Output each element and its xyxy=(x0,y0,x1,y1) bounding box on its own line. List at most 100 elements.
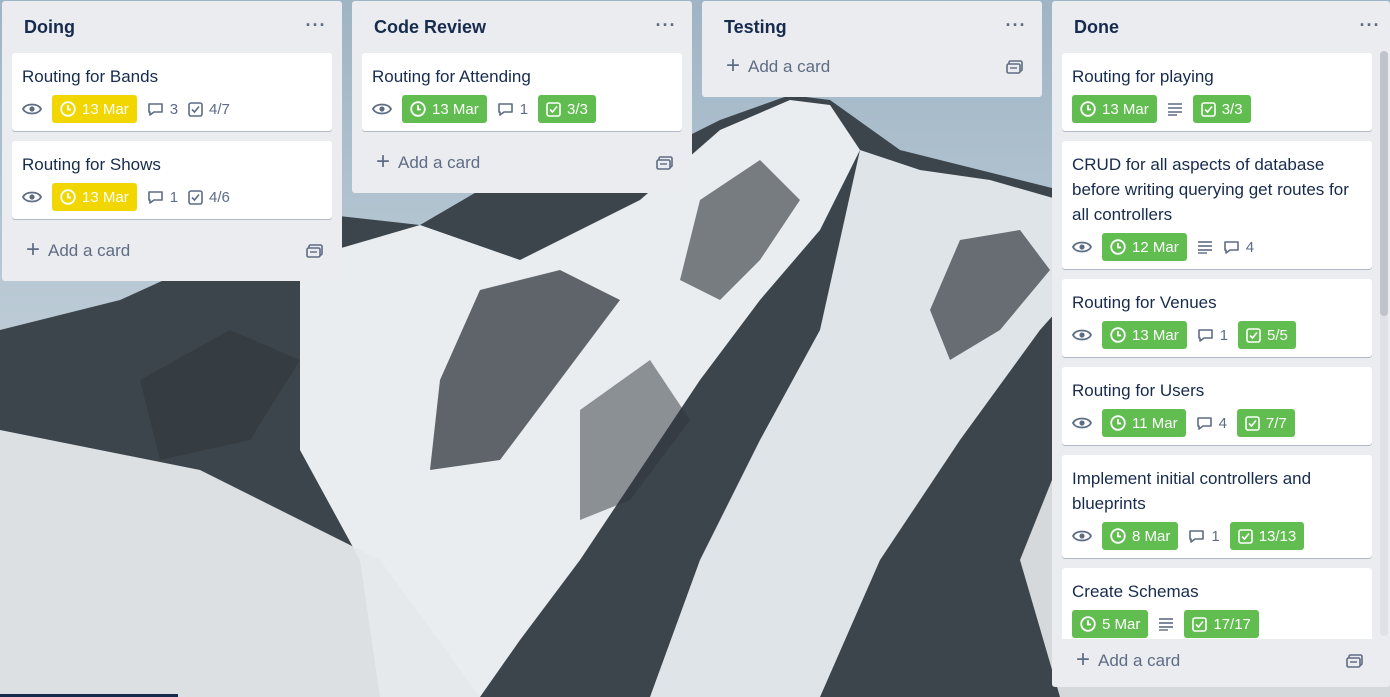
due-date-badge[interactable]: 13 Mar xyxy=(1102,321,1187,349)
list-done: Done ··· Routing for playing 13 Mar 3/3 xyxy=(1052,1,1390,687)
add-card-label: Add a card xyxy=(748,57,831,76)
card[interactable]: Routing for Shows 13 Mar 1 4/6 xyxy=(12,141,332,219)
list-menu-button[interactable]: ··· xyxy=(650,9,682,41)
card[interactable]: Create Schemas 5 Mar 17/17 xyxy=(1062,568,1372,646)
eye-icon xyxy=(1072,328,1092,342)
plus-icon: + xyxy=(26,235,41,263)
plus-icon: + xyxy=(376,147,391,175)
eye-icon xyxy=(1072,416,1092,430)
eye-icon xyxy=(22,190,42,204)
list-title[interactable]: Code Review xyxy=(374,17,486,38)
checklist-badge: 4/6 xyxy=(188,189,230,206)
list-menu-button[interactable]: ··· xyxy=(1000,9,1032,41)
clock-icon xyxy=(410,101,426,117)
checklist-icon xyxy=(1192,616,1208,632)
card[interactable]: Routing for playing 13 Mar 3/3 xyxy=(1062,53,1372,131)
card[interactable]: Routing for Attending 13 Mar 1 3/3 xyxy=(362,53,682,131)
card-title: Implement initial controllers and bluepr… xyxy=(1072,469,1312,513)
list-doing: Doing ··· Routing for Bands 13 Mar 3 4/7… xyxy=(2,1,342,281)
card-badges: 13 Mar 3 4/7 xyxy=(22,95,322,123)
due-date-text: 12 Mar xyxy=(1132,238,1179,256)
card[interactable]: CRUD for all aspects of database before … xyxy=(1062,141,1372,269)
list-title[interactable]: Done xyxy=(1074,17,1119,38)
card[interactable]: Routing for Users 11 Mar 4 7/7 xyxy=(1062,367,1372,445)
due-date-badge[interactable]: 11 Mar xyxy=(1102,409,1186,437)
due-date-text: 13 Mar xyxy=(1132,326,1179,344)
card[interactable]: Routing for Venues 13 Mar 1 5/5 xyxy=(1062,279,1372,357)
eye-icon xyxy=(1072,529,1092,543)
checklist-icon xyxy=(188,189,203,205)
comment-icon xyxy=(1196,416,1212,430)
template-icon[interactable] xyxy=(656,155,674,171)
checklist-icon xyxy=(546,101,561,117)
due-date-badge[interactable]: 12 Mar xyxy=(1102,233,1187,261)
checklist-badge: 5/5 xyxy=(1238,321,1296,349)
template-icon[interactable] xyxy=(1346,653,1364,669)
card-title: Routing for Shows xyxy=(22,155,161,174)
checklist-count: 4/6 xyxy=(209,188,230,206)
checklist-icon xyxy=(1200,101,1216,117)
checklist-icon xyxy=(188,101,203,117)
comment-icon xyxy=(1189,529,1205,543)
comment-count: 1 xyxy=(1211,527,1220,545)
card-badges: 12 Mar 4 xyxy=(1072,233,1362,261)
due-date-badge[interactable]: 5 Mar xyxy=(1072,610,1149,638)
due-date-text: 11 Mar xyxy=(1132,414,1178,432)
list-header: Testing ··· xyxy=(712,1,1032,53)
template-icon[interactable] xyxy=(306,243,324,259)
due-date-badge[interactable]: 13 Mar xyxy=(52,183,137,211)
checklist-badge: 17/17 xyxy=(1184,610,1259,638)
eye-icon xyxy=(372,102,392,116)
list-header: Doing ··· xyxy=(12,1,332,53)
board: Doing ··· Routing for Bands 13 Mar 3 4/7… xyxy=(0,0,1390,697)
clock-icon xyxy=(60,189,76,205)
clock-icon xyxy=(1110,528,1126,544)
due-date-badge[interactable]: 13 Mar xyxy=(52,95,137,123)
add-card-button[interactable]: + Add a card xyxy=(362,141,682,185)
checklist-badge: 4/7 xyxy=(188,101,230,118)
add-card-button[interactable]: + Add a card xyxy=(12,229,332,273)
comment-icon xyxy=(147,190,163,204)
comment-count: 1 xyxy=(169,188,179,206)
template-icon[interactable] xyxy=(1006,59,1024,75)
due-date-badge[interactable]: 13 Mar xyxy=(402,95,487,123)
comments-badge: 4 xyxy=(1196,415,1227,432)
list-title[interactable]: Testing xyxy=(724,17,787,38)
checklist-count: 3/3 xyxy=(567,100,588,118)
list-menu-button[interactable]: ··· xyxy=(300,9,332,41)
list-menu-button[interactable]: ··· xyxy=(1354,9,1386,41)
due-date-badge[interactable]: 8 Mar xyxy=(1102,522,1179,550)
eye-icon xyxy=(1072,240,1092,254)
due-date-badge[interactable]: 13 Mar xyxy=(1072,95,1157,123)
clock-icon xyxy=(1110,239,1126,255)
comment-icon xyxy=(1197,328,1213,342)
card-title: Routing for Users xyxy=(1072,381,1205,400)
checklist-count: 7/7 xyxy=(1265,414,1287,432)
list-scrollbar[interactable] xyxy=(1380,51,1388,636)
comments-badge: 4 xyxy=(1223,239,1254,256)
clock-icon xyxy=(1110,327,1126,343)
plus-icon: + xyxy=(726,51,741,79)
due-date-text: 13 Mar xyxy=(82,188,129,206)
due-date-text: 13 Mar xyxy=(432,100,479,118)
comments-badge: 1 xyxy=(1188,527,1220,545)
checklist-count: 17/17 xyxy=(1213,615,1251,633)
card-badges: 11 Mar 4 7/7 xyxy=(1072,409,1362,437)
comment-count: 4 xyxy=(1218,414,1227,432)
due-date-text: 8 Mar xyxy=(1132,527,1171,545)
checklist-count: 3/3 xyxy=(1221,100,1243,118)
card-badges: 5 Mar 17/17 xyxy=(1072,610,1362,638)
list-title[interactable]: Doing xyxy=(24,17,75,38)
checklist-badge: 3/3 xyxy=(538,95,596,123)
add-card-button[interactable]: + Add a card xyxy=(1062,639,1372,683)
list-scrollbar-thumb[interactable] xyxy=(1380,51,1388,316)
card-badges: 13 Mar 1 3/3 xyxy=(372,95,672,123)
description-icon xyxy=(1167,102,1183,116)
card[interactable]: Implement initial controllers and bluepr… xyxy=(1062,455,1372,558)
checklist-icon xyxy=(1245,415,1260,431)
list-header: Done ··· xyxy=(1062,1,1379,53)
card[interactable]: Routing for Bands 13 Mar 3 4/7 xyxy=(12,53,332,131)
comments-badge: 1 xyxy=(497,101,528,118)
checklist-icon xyxy=(1237,528,1253,544)
clock-icon xyxy=(60,101,76,117)
